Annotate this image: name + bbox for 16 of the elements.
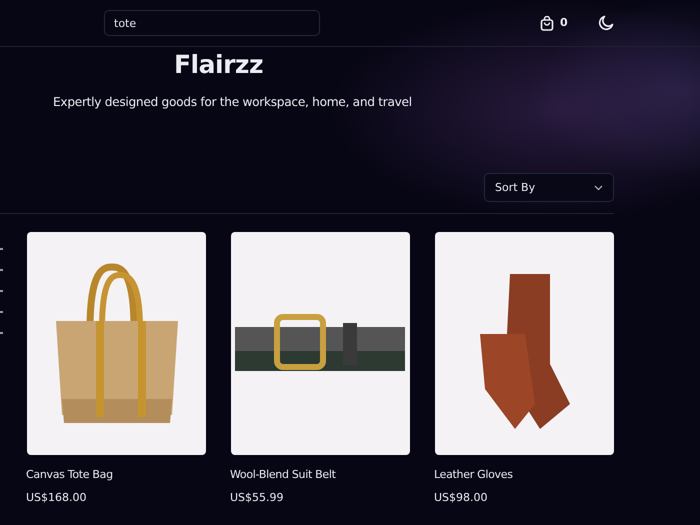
product-photo[interactable] — [231, 232, 410, 456]
product-photo[interactable] — [435, 232, 614, 456]
product-name[interactable]: Canvas Tote Bag — [26, 467, 206, 484]
search-field[interactable]: tote — [104, 10, 320, 36]
store-tagline: Expertly designed goods for the workspace, home, and travel — [53, 94, 413, 111]
chevron-down-icon — [594, 184, 603, 191]
product-name[interactable]: Leather Gloves — [434, 467, 614, 484]
cart-count: 0 — [560, 14, 568, 31]
product-price: US$168.00 — [26, 490, 88, 506]
cart-icon[interactable] — [540, 16, 554, 30]
moon-icon[interactable] — [598, 15, 614, 31]
store-title: Flairzz — [172, 49, 264, 81]
product-price: US$98.00 — [434, 490, 489, 506]
product-name[interactable]: Wool-Blend Suit Belt — [230, 467, 410, 484]
sort-dropdown[interactable]: Sort By — [484, 173, 614, 202]
product-price: US$55.99 — [230, 490, 285, 506]
